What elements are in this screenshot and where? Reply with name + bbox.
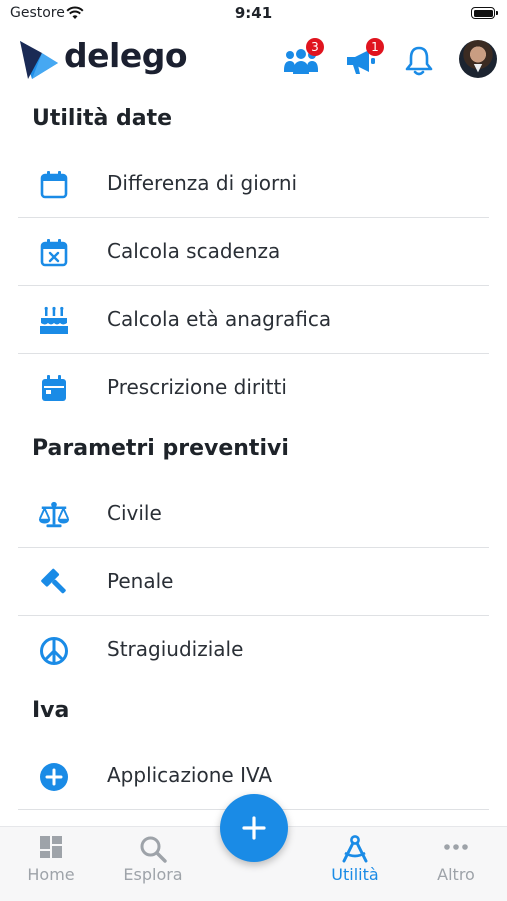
plus-icon: [242, 816, 266, 840]
scales-icon: [38, 500, 70, 530]
peace-icon: [38, 636, 70, 666]
compass-drafting-icon: [342, 835, 368, 863]
list-item-age[interactable]: Calcola età anagrafica: [18, 286, 489, 354]
announcements-button[interactable]: 1: [344, 38, 384, 78]
list-item-civil[interactable]: Civile: [18, 480, 489, 548]
bell-icon[interactable]: [404, 45, 434, 77]
calendar-icon: [38, 170, 70, 200]
list-item-label: Civile: [107, 501, 162, 525]
tab-label: Altro: [437, 865, 475, 884]
tab-label: Home: [27, 865, 75, 884]
community-button[interactable]: 3: [282, 38, 324, 78]
community-badge: 3: [306, 38, 324, 56]
section-title-date-utilities: Utilità date: [32, 106, 173, 131]
list-item-extrajudicial[interactable]: Stragiudiziale: [0, 616, 507, 684]
status-bar: Gestore 9:41: [0, 0, 507, 30]
list-item-criminal[interactable]: Penale: [18, 548, 489, 616]
list-item-deadline[interactable]: Calcola scadenza: [18, 218, 489, 286]
list-item-label: Calcola scadenza: [107, 239, 281, 263]
list-item-label: Applicazione IVA: [107, 763, 273, 787]
add-button[interactable]: [220, 794, 288, 862]
search-icon: [140, 836, 167, 863]
list-item-label: Stragiudiziale: [107, 637, 244, 661]
list-item-label: Prescrizione diritti: [107, 375, 287, 399]
section-title-quote-parameters: Parametri preventivi: [32, 436, 289, 461]
status-time: 9:41: [234, 4, 273, 22]
tab-utilities[interactable]: Utilità: [310, 835, 400, 884]
tab-home[interactable]: Home: [6, 835, 96, 884]
tab-label: Utilità: [331, 865, 379, 884]
announcements-badge: 1: [366, 38, 384, 56]
dashboard-icon: [40, 836, 62, 858]
avatar[interactable]: [459, 40, 497, 78]
plus-circle-icon: [38, 762, 70, 792]
battery-icon: [471, 7, 498, 19]
tab-explore[interactable]: Esplora: [108, 835, 198, 884]
list-item-label: Differenza di giorni: [107, 171, 298, 195]
list-item-prescription[interactable]: Prescrizione diritti: [0, 354, 507, 422]
list-item-label: Penale: [107, 569, 174, 593]
tab-more[interactable]: Altro: [411, 835, 501, 884]
calendar-filled-icon: [38, 374, 70, 404]
app-header: delego 3 1: [0, 30, 507, 92]
list-item-label: Calcola età anagrafica: [107, 307, 332, 331]
delego-logo-icon[interactable]: [18, 39, 60, 81]
gavel-icon: [38, 568, 70, 598]
more-dots-icon: [444, 844, 468, 850]
birthday-cake-icon: [38, 306, 70, 336]
utilities-list: Utilità date Differenza di giorni Calcol…: [0, 92, 507, 878]
tab-label: Esplora: [123, 865, 183, 884]
list-item-days-difference[interactable]: Differenza di giorni: [18, 150, 489, 218]
calendar-x-icon: [38, 238, 70, 268]
section-title-vat: Iva: [32, 698, 70, 723]
logo-text: delego: [64, 36, 188, 75]
